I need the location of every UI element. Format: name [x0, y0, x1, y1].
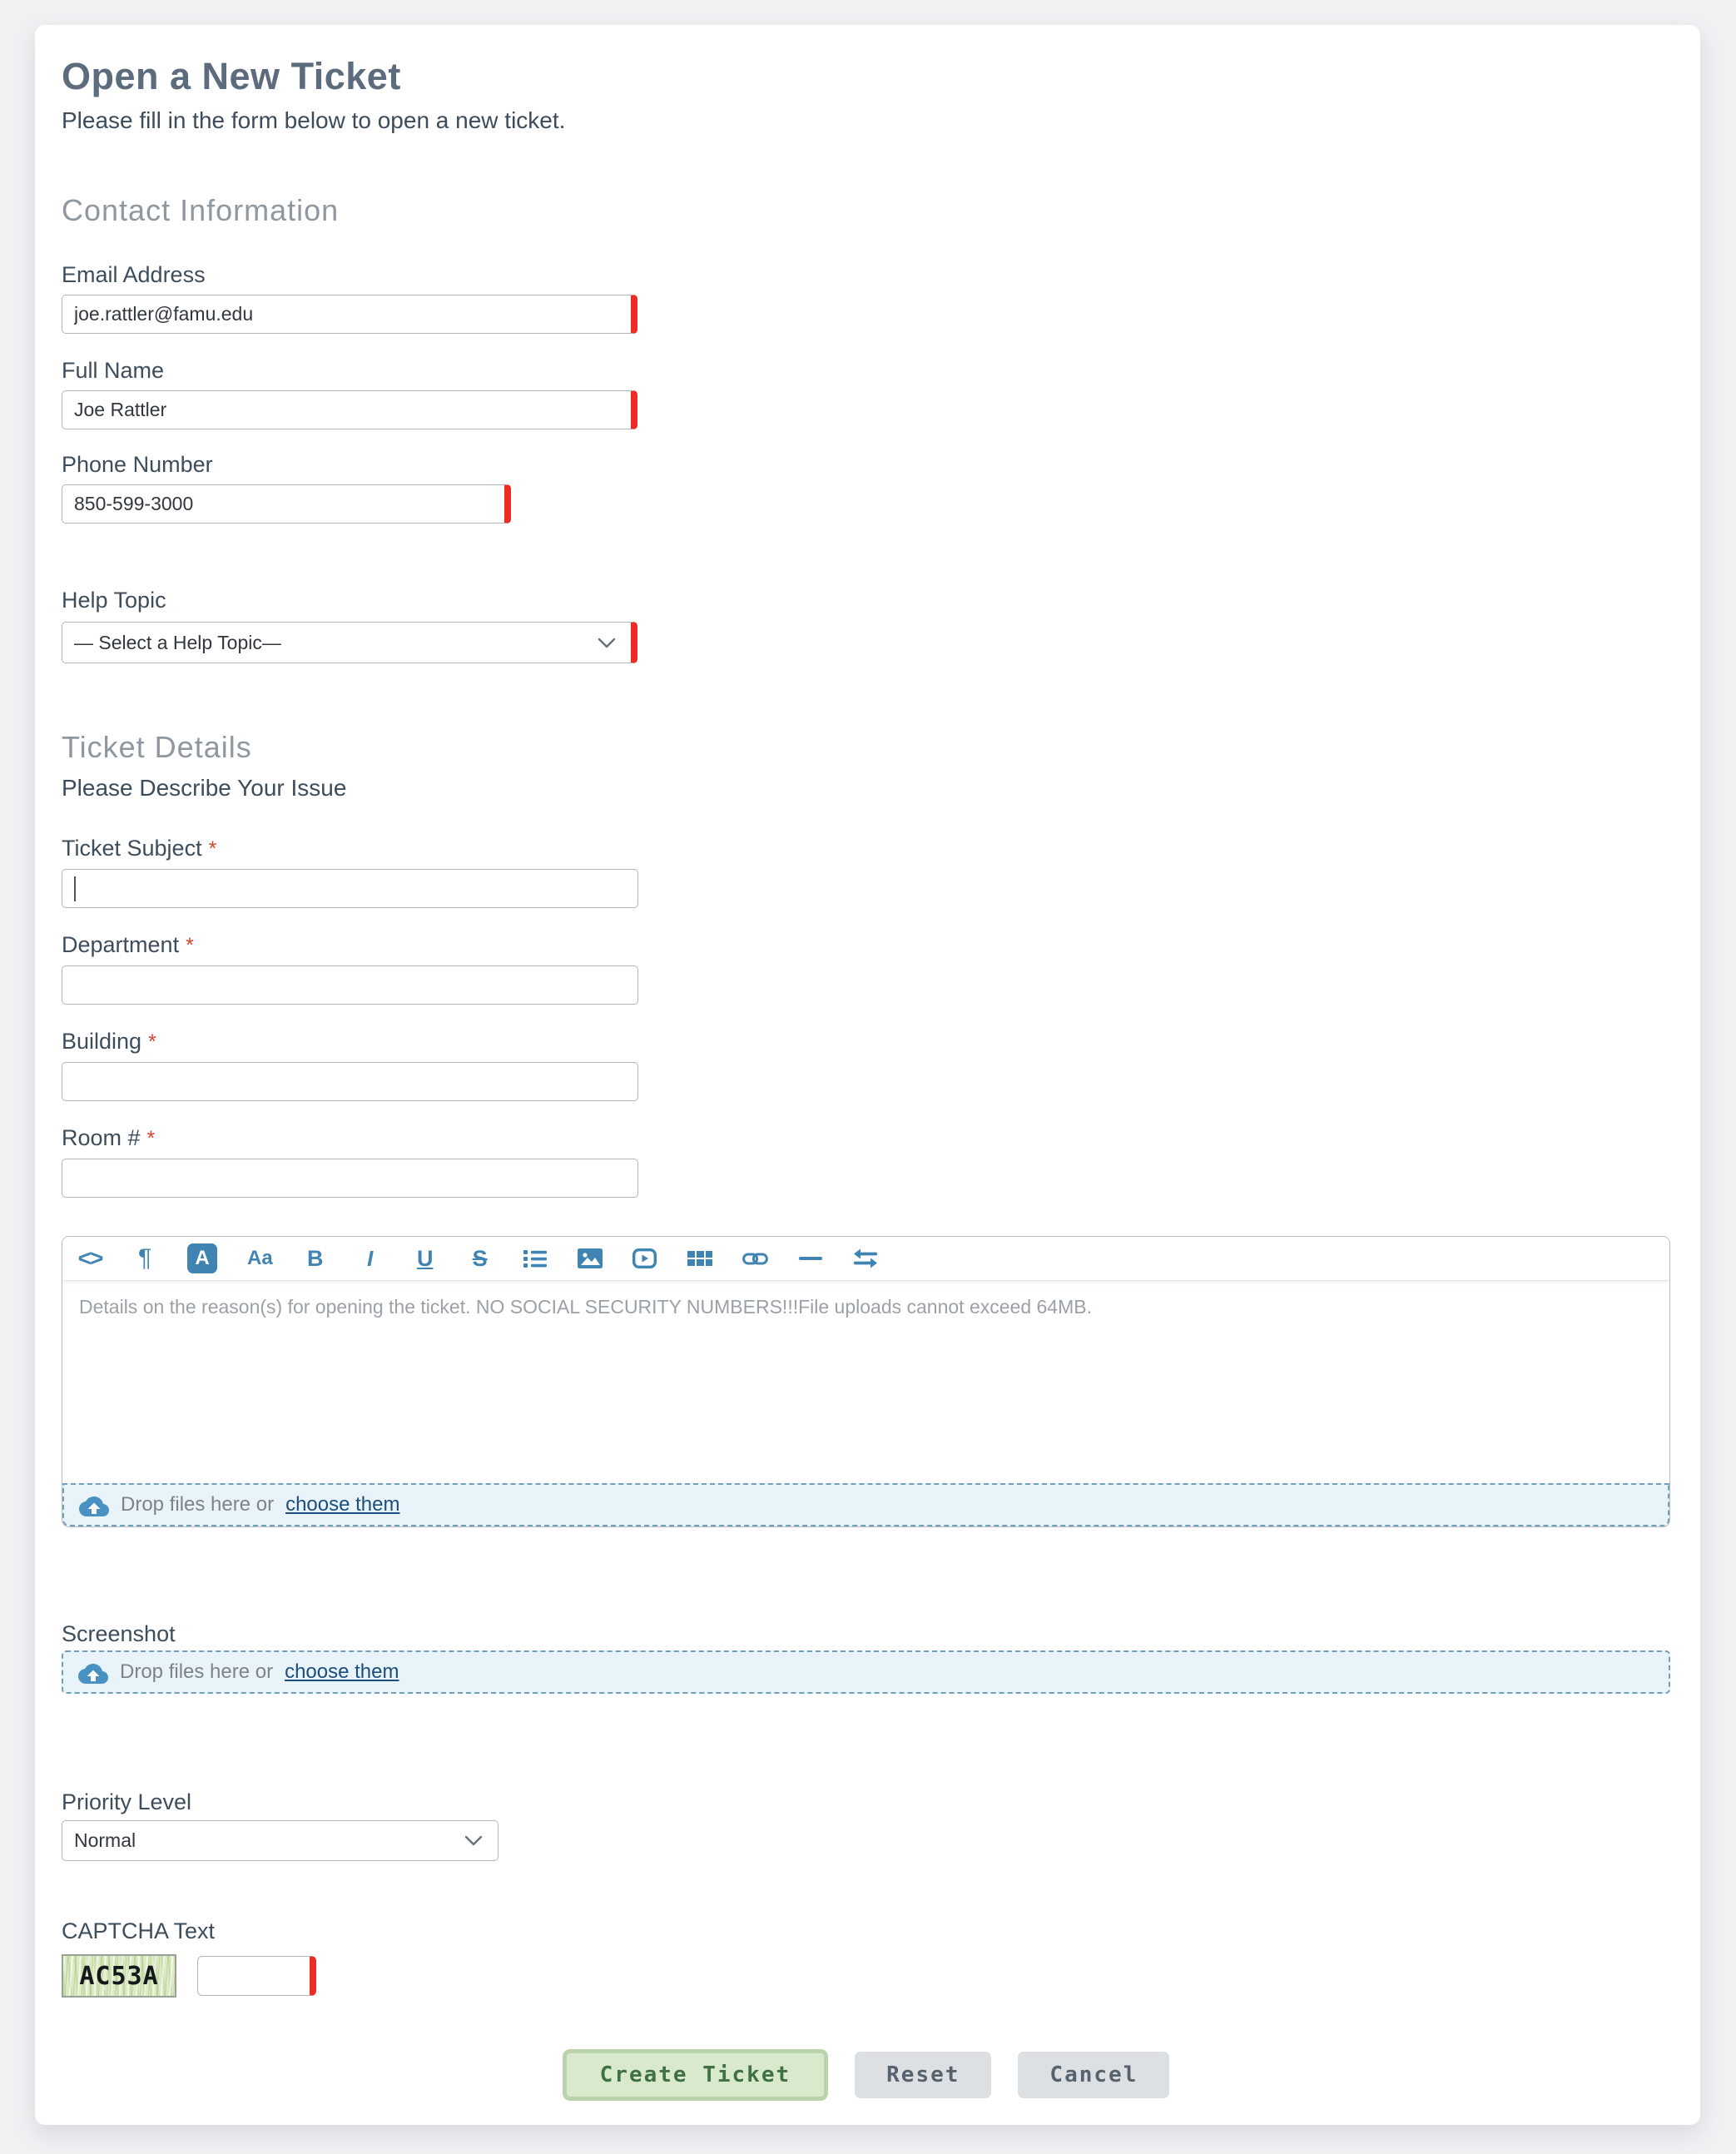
rich-text-editor: <> ¶ A Aa B I U S [62, 1236, 1670, 1527]
chevron-down-icon [464, 1835, 483, 1846]
help-topic-select[interactable]: — Select a Help Topic— [62, 622, 637, 663]
text-color-icon[interactable]: A [187, 1243, 217, 1273]
ticket-subject-label-text: Ticket Subject [62, 836, 202, 861]
dropzone-text: Drop files here or [120, 1660, 273, 1684]
font-size-icon[interactable]: Aa [247, 1243, 273, 1273]
text-caret [74, 876, 76, 901]
email-address-input[interactable] [62, 295, 637, 334]
ticket-subject-label: Ticket Subject * [62, 835, 1670, 862]
new-ticket-form-card: Open a New Ticket Please fill in the for… [35, 25, 1700, 2125]
priority-selected-value: Normal [74, 1829, 136, 1852]
editor-toolbar: <> ¶ A Aa B I U S [62, 1237, 1669, 1281]
captcha-row: AC53A [62, 1954, 1670, 1998]
room-number-input[interactable] [62, 1159, 638, 1198]
horizontal-rule-icon[interactable] [798, 1243, 823, 1273]
insert-video-icon[interactable] [632, 1243, 657, 1273]
strikethrough-icon[interactable]: S [468, 1243, 493, 1273]
building-input[interactable] [62, 1062, 638, 1101]
full-name-label: Full Name [62, 357, 1670, 384]
code-view-icon[interactable]: <> [77, 1243, 102, 1273]
department-input[interactable] [62, 965, 638, 1005]
department-label-text: Department [62, 932, 179, 957]
italic-icon[interactable]: I [358, 1243, 383, 1273]
underline-icon[interactable]: U [413, 1243, 438, 1273]
contact-information-heading: Contact Information [62, 193, 1670, 228]
editor-file-dropzone[interactable]: Drop files here or choose them [62, 1483, 1669, 1526]
create-ticket-button[interactable]: Create Ticket [563, 2049, 829, 2101]
editor-placeholder: Details on the reason(s) for opening the… [79, 1294, 1653, 1319]
required-asterisk: * [147, 1127, 156, 1150]
building-label: Building * [62, 1028, 1670, 1055]
help-topic-label: Help Topic [62, 587, 1670, 613]
cloud-upload-icon [78, 1661, 108, 1684]
captcha-image: AC53A [62, 1954, 176, 1998]
ticket-details-heading: Ticket Details [62, 730, 1670, 765]
phone-number-label: Phone Number [62, 451, 1670, 478]
bold-icon[interactable]: B [303, 1243, 328, 1273]
screenshot-dropzone[interactable]: Drop files here or choose them [62, 1650, 1670, 1694]
screenshot-label: Screenshot [62, 1620, 1670, 1647]
cancel-button[interactable]: Cancel [1018, 2052, 1169, 2098]
ticket-subject-wrap [62, 869, 638, 908]
page-subtitle: Please fill in the form below to open a … [62, 107, 1670, 135]
editor-text-area[interactable]: Details on the reason(s) for opening the… [62, 1281, 1669, 1483]
cloud-upload-icon [79, 1494, 109, 1516]
captcha-label: CAPTCHA Text [62, 1918, 1670, 1944]
reset-button[interactable]: Reset [855, 2052, 991, 2098]
email-address-label: Email Address [62, 261, 1670, 288]
form-actions: Create Ticket Reset Cancel [62, 2049, 1670, 2101]
department-label: Department * [62, 931, 1670, 959]
required-asterisk: * [209, 837, 217, 861]
describe-issue-subheading: Please Describe Your Issue [62, 775, 1670, 802]
priority-level-label: Priority Level [62, 1789, 1670, 1815]
choose-files-link[interactable]: choose them [285, 1493, 399, 1516]
building-label-text: Building [62, 1029, 141, 1054]
unordered-list-icon[interactable] [523, 1243, 548, 1273]
required-asterisk: * [148, 1030, 156, 1054]
dropzone-text: Drop files here or [121, 1493, 274, 1516]
switch-direction-icon[interactable] [853, 1243, 878, 1273]
help-topic-selected-value: — Select a Help Topic— [74, 632, 281, 654]
page: { "header": { "title": "Open a New Ticke… [0, 0, 1736, 2154]
page-title: Open a New Ticket [62, 55, 1670, 98]
chevron-down-icon [598, 638, 616, 648]
ticket-subject-input[interactable] [62, 869, 638, 908]
insert-table-icon[interactable] [687, 1243, 712, 1273]
room-number-label-text: Room # [62, 1125, 141, 1150]
paragraph-style-icon[interactable]: ¶ [132, 1243, 157, 1273]
insert-image-icon[interactable] [578, 1243, 603, 1273]
phone-number-input[interactable] [62, 484, 511, 524]
required-asterisk: * [186, 934, 194, 957]
full-name-input[interactable] [62, 390, 637, 429]
captcha-input[interactable] [197, 1956, 316, 1996]
insert-link-icon[interactable] [742, 1243, 768, 1273]
choose-files-link[interactable]: choose them [285, 1660, 399, 1684]
priority-level-select[interactable]: Normal [62, 1820, 498, 1861]
room-number-label: Room # * [62, 1124, 1670, 1152]
